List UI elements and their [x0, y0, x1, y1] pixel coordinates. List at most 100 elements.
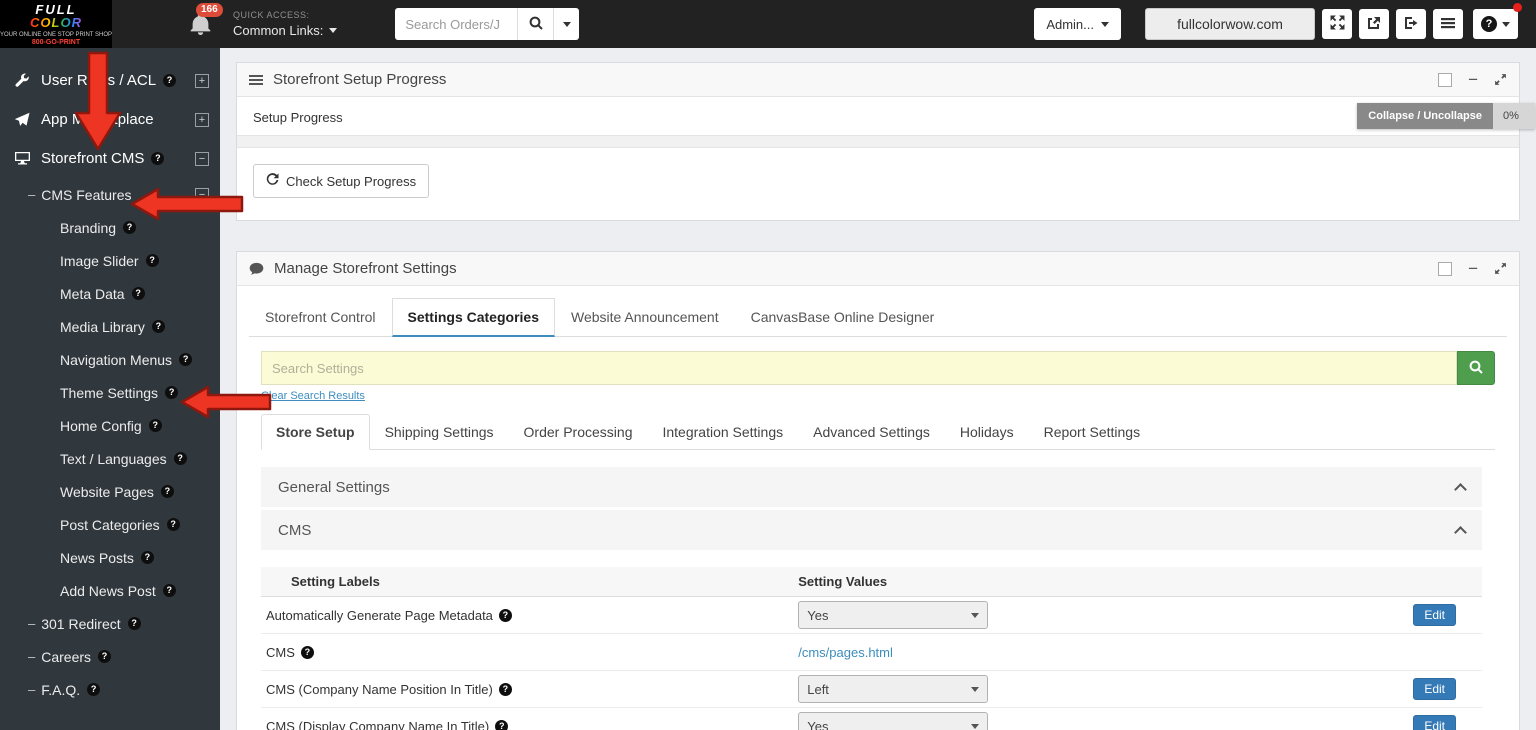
edit-button[interactable]: Edit [1413, 604, 1456, 626]
orders-search-group [395, 8, 580, 40]
help-icon[interactable] [162, 584, 176, 597]
clear-search-results-link[interactable]: Clear Search Results [261, 390, 365, 402]
help-icon[interactable] [140, 551, 154, 564]
settings-table: Setting Labels Setting Values Automatica… [261, 567, 1482, 730]
help-icon[interactable] [166, 518, 180, 531]
help-icon[interactable] [148, 419, 162, 432]
subtab-shipping-settings[interactable]: Shipping Settings [370, 414, 509, 450]
sidebar-item-text-languages[interactable]: Text / Languages [0, 442, 220, 475]
external-link-button[interactable] [1359, 9, 1389, 39]
help-icon[interactable] [131, 287, 145, 300]
help-icon[interactable] [127, 617, 141, 630]
sidebar-item-meta-data[interactable]: Meta Data [0, 277, 220, 310]
help-icon[interactable] [163, 74, 177, 87]
settings-search-input[interactable] [261, 351, 1457, 385]
sidebar-item-storefront-cms[interactable]: Storefront CMS [0, 139, 220, 178]
menu-button[interactable] [1433, 9, 1463, 39]
display-company-name-select[interactable]: Yes [798, 712, 989, 730]
help-icon[interactable] [98, 650, 112, 663]
sidebar-item-news-posts[interactable]: News Posts [0, 541, 220, 574]
site-domain-button[interactable]: fullcolorwow.com [1145, 8, 1315, 40]
help-icon[interactable] [151, 152, 165, 165]
panel-title: Storefront Setup Progress [273, 71, 447, 88]
auto-generate-metadata-select[interactable]: Yes [798, 601, 989, 629]
subtab-holidays[interactable]: Holidays [945, 414, 1029, 450]
logo-phone: 800-GO-PRINT [31, 38, 81, 46]
help-icon[interactable] [498, 608, 512, 622]
collapse-minus-icon[interactable] [195, 187, 209, 202]
sidebar-item-user-roles-acl[interactable]: User Roles / ACL [0, 61, 220, 100]
section-cms[interactable]: CMS [261, 510, 1482, 550]
edit-button[interactable]: Edit [1413, 678, 1456, 700]
help-icon[interactable] [151, 320, 165, 333]
help-icon[interactable] [179, 353, 193, 366]
expand-panel-button[interactable] [1494, 262, 1507, 275]
brand-logo[interactable]: FULL COLOR YOUR ONLINE ONE STOP PRINT SH… [0, 0, 112, 48]
table-header-row: Setting Labels Setting Values [261, 567, 1482, 597]
subtab-report-settings[interactable]: Report Settings [1029, 414, 1156, 450]
admin-menu-button[interactable]: Admin... [1034, 8, 1121, 40]
sign-out-button[interactable] [1396, 9, 1426, 39]
help-icon[interactable] [173, 452, 187, 465]
sidebar-item-add-news-post[interactable]: Add News Post [0, 574, 220, 607]
collapse-minus-icon[interactable] [195, 151, 209, 166]
sidebar-item-home-config[interactable]: Home Config [0, 409, 220, 442]
subtab-advanced-settings[interactable]: Advanced Settings [798, 414, 945, 450]
orders-search-input[interactable] [395, 8, 518, 40]
fullscreen-button[interactable] [1322, 9, 1352, 39]
sidebar-item-website-pages[interactable]: Website Pages [0, 475, 220, 508]
collapse-panel-button[interactable] [1468, 71, 1478, 88]
help-icon[interactable] [123, 221, 137, 234]
sidebar-item-label: Image Slider [60, 252, 139, 269]
sidebar-item-label: Storefront CMS [41, 150, 145, 167]
sidebar-item-theme-settings[interactable]: Theme Settings [0, 376, 220, 409]
help-icon[interactable] [498, 682, 512, 696]
expand-panel-button[interactable] [1494, 73, 1507, 86]
help-icon[interactable] [145, 254, 159, 267]
subtab-store-setup[interactable]: Store Setup [261, 414, 370, 450]
tab-storefront-control[interactable]: Storefront Control [249, 298, 392, 337]
sidebar-item-faq[interactable]: F.A.Q. [0, 673, 220, 706]
sidebar-item-media-library[interactable]: Media Library [0, 310, 220, 343]
tab-website-announcement[interactable]: Website Announcement [555, 298, 735, 337]
sidebar-item-navigation-menus[interactable]: Navigation Menus [0, 343, 220, 376]
sidebar-item-branding[interactable]: Branding [0, 211, 220, 244]
help-icon[interactable] [160, 485, 174, 498]
subtab-order-processing[interactable]: Order Processing [509, 414, 648, 450]
common-links-dropdown[interactable]: Common Links: [233, 23, 338, 38]
sidebar-item-label: User Roles / ACL [41, 72, 157, 89]
help-icon[interactable] [165, 386, 179, 399]
setup-progress-bar [237, 135, 1519, 148]
panel-checkbox[interactable] [1438, 72, 1453, 87]
sidebar-item-cms-features[interactable]: CMS Features [0, 178, 220, 211]
expand-plus-icon[interactable] [195, 73, 209, 88]
sidebar-item-app-marketplace[interactable]: App Marketplace [0, 100, 220, 139]
section-general-settings[interactable]: General Settings [261, 467, 1482, 507]
notifications-bell-button[interactable]: 166 [190, 2, 223, 36]
tab-settings-categories[interactable]: Settings Categories [391, 298, 555, 337]
company-name-position-select[interactable]: Left [798, 675, 989, 703]
list-icon [249, 74, 263, 86]
sidebar-item-301-redirect[interactable]: 301 Redirect [0, 607, 220, 640]
sidebar-item-careers[interactable]: Careers [0, 640, 220, 673]
help-icon[interactable] [300, 645, 314, 659]
expand-plus-icon[interactable] [195, 112, 209, 127]
check-setup-progress-button[interactable]: Check Setup Progress [253, 164, 430, 198]
logo-text-color: COLOR [30, 14, 82, 30]
tab-canvasbase-online-designer[interactable]: CanvasBase Online Designer [735, 298, 951, 337]
collapse-panel-button[interactable] [1468, 260, 1478, 277]
help-button[interactable] [1473, 9, 1518, 39]
edit-button[interactable]: Edit [1413, 715, 1456, 730]
help-icon[interactable] [87, 683, 101, 696]
orders-search-button[interactable] [517, 8, 554, 40]
help-icon[interactable] [495, 719, 509, 730]
subtab-integration-settings[interactable]: Integration Settings [647, 414, 798, 450]
sidebar-item-post-categories[interactable]: Post Categories [0, 508, 220, 541]
settings-subtabs: Store Setup Shipping Settings Order Proc… [261, 414, 1495, 450]
settings-search-button[interactable] [1457, 351, 1495, 385]
search-options-button[interactable] [553, 8, 580, 40]
panel-checkbox[interactable] [1438, 261, 1453, 276]
sidebar-item-image-slider[interactable]: Image Slider [0, 244, 220, 277]
cms-pages-link[interactable]: /cms/pages.html [798, 645, 893, 660]
settings-search-group [261, 351, 1495, 385]
